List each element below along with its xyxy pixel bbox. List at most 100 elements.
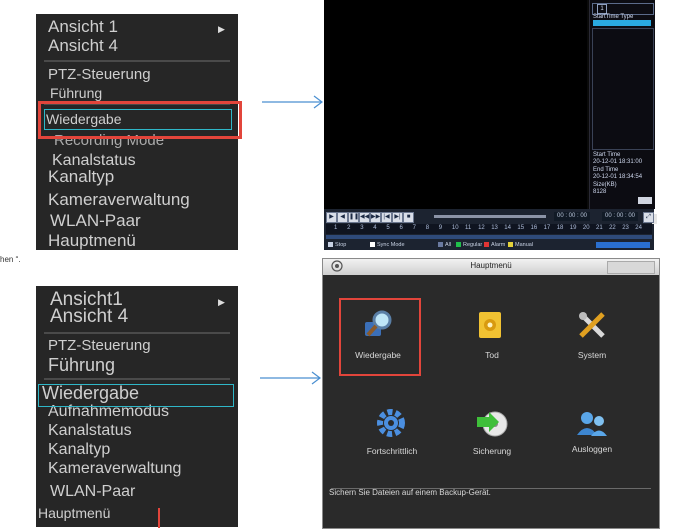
menu-item-camera-management[interactable]: Kameraverwaltung	[48, 191, 190, 208]
selection-highlight	[38, 384, 234, 407]
timeline-hour: 14	[504, 225, 511, 231]
video-area[interactable]	[324, 0, 587, 209]
timeline-hour: 3	[360, 225, 364, 231]
timeline-hour: 23	[622, 225, 629, 231]
slow-icon[interactable]: ◀◀	[359, 212, 370, 223]
timeline-scale[interactable]: 1 2 3 4 5 6 7 8 9 10 11 12 13 14 15 16 17 18 19 20 21 22 23 24	[326, 224, 652, 234]
menu-item-guide[interactable]: Führung	[48, 356, 115, 374]
legend-manual[interactable]: Manual	[508, 242, 533, 248]
prev-frame-icon[interactable]: |◀	[381, 212, 392, 223]
legend-regular[interactable]: Regular	[456, 242, 482, 248]
file-list[interactable]	[592, 28, 654, 150]
menu-separator	[44, 378, 230, 380]
fast-icon[interactable]: ▶▶	[370, 212, 381, 223]
caption-fragment: hen “.	[0, 255, 21, 264]
timeline-hour: 12	[478, 225, 485, 231]
menu-item-main-menu[interactable]: Hauptmenü	[38, 506, 110, 520]
menu-item-channel-status[interactable]: Kanalstatus	[48, 423, 132, 439]
window-buttons[interactable]	[607, 261, 655, 274]
playback-slider[interactable]	[434, 214, 657, 224]
rewind-icon[interactable]: ◀	[337, 212, 348, 223]
menu-item-ptz[interactable]: PTZ-Steuerung	[48, 67, 151, 82]
legend-alarm[interactable]: Alarm	[484, 242, 505, 248]
menu-item-view4[interactable]: Ansicht 4	[48, 37, 118, 54]
timeline-hour: 2	[347, 225, 351, 231]
menu-separator	[44, 332, 230, 334]
record-icon	[479, 312, 501, 338]
menu-item-view1[interactable]: Ansicht 1	[48, 18, 118, 35]
timeline-hour: 19	[569, 225, 577, 231]
time-left: 00 : 00 : 00	[554, 212, 591, 221]
title-bar: Hauptmenü	[323, 259, 659, 275]
playback-sidebar: 1 StartTime Type Start Time 20-12-01 18:…	[589, 0, 655, 209]
logout-user-icon	[577, 412, 607, 436]
menu-item-channel-type[interactable]: Kanaltyp	[48, 168, 114, 185]
timeline-hour: 22	[609, 225, 616, 231]
tile-system[interactable]: System	[553, 298, 631, 372]
control-row: ▶ ◀ ❚❚ ◀◀ ▶▶ |◀ ▶| ■ 00 : 00 : 00 00 : 0…	[326, 212, 657, 224]
timeline-hour: 10	[451, 225, 459, 231]
timeline-bar[interactable]	[326, 235, 652, 239]
legend-all[interactable]: All	[438, 242, 451, 248]
legend-stop[interactable]: Stop	[328, 242, 346, 248]
menu-item-channel-type[interactable]: Kanaltyp	[48, 442, 110, 458]
timeline-hour: 8	[425, 225, 430, 231]
menu-item-wlan-pair[interactable]: WLAN-Paar	[50, 484, 135, 500]
status-text: Sichern Sie Dateien auf einem Backup-Ger…	[329, 488, 491, 497]
file-list-selected-row[interactable]	[593, 20, 651, 26]
legend-sync-mode[interactable]: Sync Mode	[370, 242, 405, 248]
timeline-hour: 5	[386, 225, 390, 231]
tools-icon	[579, 312, 605, 338]
menu-item-wlan-pair[interactable]: WLAN-Paar	[50, 212, 141, 229]
timeline-hour: 20	[582, 225, 590, 231]
stop-icon[interactable]: ■	[403, 212, 414, 223]
main-menu-window: Hauptmenü Wiedergabe Tod System Fortschr…	[322, 258, 660, 529]
playback-controls: ▶ ◀ ❚❚ ◀◀ ▶▶ |◀ ▶| ■ 00 : 00 : 00 00 : 0…	[324, 209, 657, 250]
fullscreen-icon[interactable]: ⤢	[643, 212, 654, 223]
submenu-arrow-icon: ▶	[218, 297, 225, 307]
timeline-hour: 18	[556, 225, 564, 231]
zoom-buttons[interactable]	[596, 242, 650, 248]
play-icon[interactable]: ▶	[326, 212, 337, 223]
playback-window: 1 StartTime Type Start Time 20-12-01 18:…	[324, 0, 657, 250]
menu-item-view4[interactable]: Ansicht 4	[50, 307, 128, 326]
timeline-hour: 21	[596, 225, 603, 231]
pause-icon[interactable]: ❚❚	[348, 212, 359, 223]
arrow-right-icon	[262, 95, 323, 109]
tile-label: Fortschrittlich	[366, 446, 418, 456]
timeline-hour: 13	[491, 225, 498, 231]
tile-advanced[interactable]: Fortschrittlich	[347, 407, 437, 467]
gear-icon	[377, 409, 405, 437]
start-time-value: 20-12-01 18:31:00	[593, 159, 643, 165]
end-time-value: 20-12-01 18:34:54	[593, 174, 643, 180]
red-callout-marker	[158, 508, 160, 528]
timeline-hour: 9	[438, 225, 443, 231]
menu-item-camera-management[interactable]: Kameraverwaltung	[48, 461, 181, 477]
tile-label: System	[577, 350, 607, 360]
calendar-day[interactable]: 1	[597, 4, 607, 14]
submenu-arrow-icon: ▶	[218, 24, 225, 34]
timeline-hour: 1	[334, 225, 338, 231]
tile-backup[interactable]: Sicherung	[453, 407, 531, 467]
backup-disc-icon	[477, 411, 508, 437]
tile-logout[interactable]: Ausloggen	[553, 407, 631, 467]
menu-separator	[44, 60, 230, 62]
red-callout-box	[38, 101, 242, 139]
timeline-hour: 6	[399, 225, 403, 231]
timeline-hour: 15	[517, 225, 525, 231]
search-button[interactable]	[638, 197, 652, 204]
tile-record[interactable]: Tod	[453, 298, 531, 372]
arrow-right-icon	[260, 371, 321, 385]
menu-item-guide[interactable]: Führung	[50, 86, 102, 100]
time-right: 00 : 00 : 00	[602, 212, 639, 221]
next-frame-icon[interactable]: ▶|	[392, 212, 403, 223]
timeline-hour: 11	[465, 225, 472, 231]
context-menu-bottom: Ansicht1 ▶ Ansicht 4 PTZ-Steuerung Führu…	[36, 286, 238, 527]
tile-label: Sicherung	[472, 446, 512, 456]
tile-label: Tod	[485, 350, 499, 360]
menu-item-main-menu[interactable]: Hauptmenü	[48, 232, 136, 249]
size-value: 8128	[593, 189, 607, 195]
menu-item-ptz[interactable]: PTZ-Steuerung	[48, 338, 151, 353]
timeline-hour: 17	[543, 225, 551, 231]
timeline-hour: 16	[530, 225, 538, 231]
